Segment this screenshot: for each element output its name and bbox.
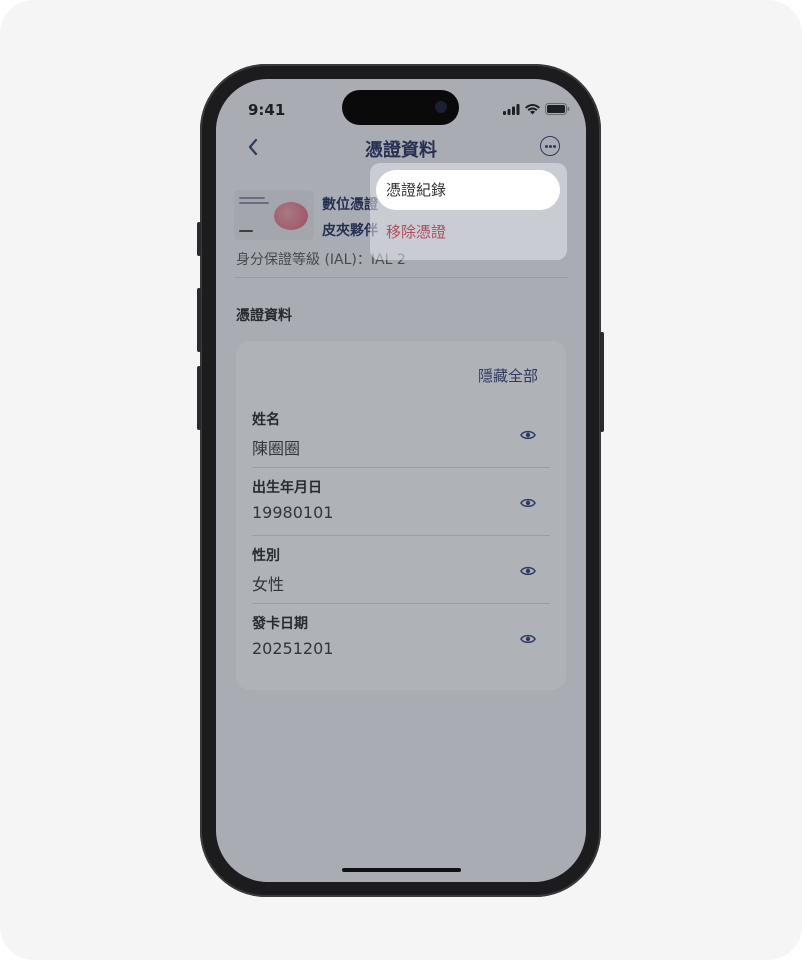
more-options-menu: 憑證紀錄 移除憑證 (370, 163, 567, 260)
volume-up-button (197, 288, 201, 352)
volume-down-button (197, 366, 201, 430)
action-button (197, 222, 201, 256)
menu-item-credential-history[interactable]: 憑證紀錄 (376, 170, 560, 210)
menu-item-remove-credential[interactable]: 移除憑證 (386, 221, 446, 242)
dynamic-island (342, 90, 459, 125)
phone-screen: 9:41 憑證資料 數位憑證 皮夾夥伴 身分保證等級 (IAL)：IAL 2 憑… (216, 79, 586, 882)
home-indicator[interactable] (342, 868, 461, 872)
power-button (600, 332, 604, 432)
